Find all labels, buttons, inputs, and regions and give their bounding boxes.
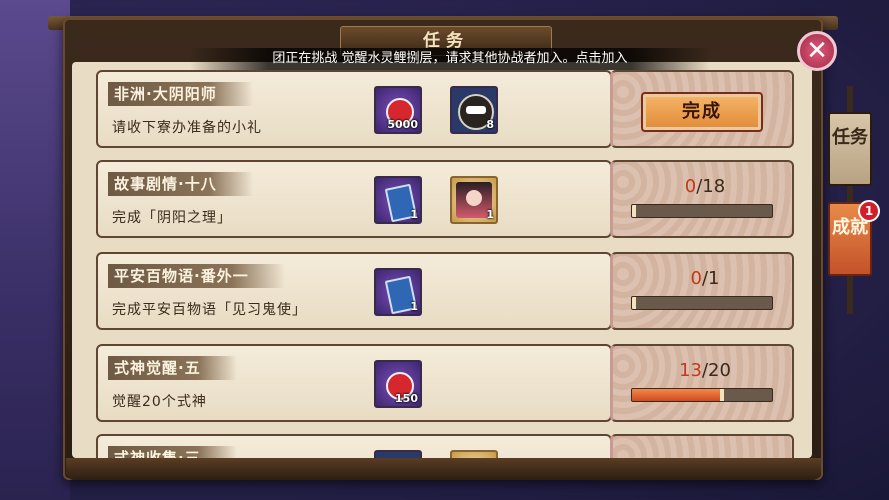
progress-total: /1 [701,268,720,289]
task-status-panel [610,434,794,458]
reward-amount: 150 [395,392,418,405]
reward-item[interactable]: 5000 [374,86,422,134]
task-description: 完成「阴阳之理」 [112,210,232,226]
progress-cap [632,297,636,309]
background-left [0,0,70,500]
task-description: 请收下寮办准备的小礼 [112,120,262,136]
close-button[interactable]: ✕ [797,31,837,71]
task-status-panel: 完成 [610,70,794,148]
reward-item[interactable]: 1 [374,268,422,316]
reward-item[interactable] [450,450,498,458]
progress-total: /18 [696,176,726,197]
reward-item[interactable]: 1 [374,176,422,224]
task-title: 故事剧情·十八 [108,172,253,196]
progress-current: 0 [690,268,702,289]
reward-amount: 5000 [387,118,418,131]
task-status-panel: 0/18 [610,160,794,238]
reward-item[interactable]: 8 [450,86,498,134]
task-row: 故事剧情·十八 完成「阴阳之理」 1 1 0/18 [96,160,794,238]
reward-item[interactable]: 150 [374,360,422,408]
task-body: 非洲·大阴阳师 请收下寮办准备的小礼 5000 8 [96,70,612,148]
reward-item[interactable]: 1 [450,176,498,224]
task-body: 式神收集·三 [96,434,612,458]
progress-cap [632,205,636,217]
complete-button[interactable]: 完成 [641,92,763,132]
task-row: 非洲·大阴阳师 请收下寮办准备的小礼 5000 8 完成 [96,70,794,148]
task-title: 式神觉醒·五 [108,356,237,380]
progress-text: 0/18 [613,176,797,197]
task-status-panel: 0/1 [610,252,794,330]
reward-amount: 1 [486,208,494,221]
reward-amount: 1 [410,208,418,221]
progress-fill [632,389,723,401]
reward-item[interactable] [374,450,422,458]
progress-current: 13 [679,360,702,381]
task-title: 平安百物语·番外一 [108,264,285,288]
reward-amount: 1 [410,300,418,313]
progress-cap [720,389,724,401]
progress-bar [631,388,773,402]
progress-current: 0 [684,176,697,197]
task-list[interactable]: 非洲·大阴阳师 请收下寮办准备的小礼 5000 8 完成 故事剧情·十八 完成「… [72,62,812,458]
progress-total: /20 [701,360,731,381]
task-title: 非洲·大阴阳师 [108,82,253,106]
task-body: 式神觉醒·五 觉醒20个式神 150 [96,344,612,422]
progress-bar [631,204,773,218]
task-description: 完成平安百物语「见习鬼使」 [112,302,307,318]
task-row: 平安百物语·番外一 完成平安百物语「见习鬼使」 1 0/1 [96,252,794,330]
tab-tasks[interactable]: 任务 [828,112,872,186]
progress-bar [631,296,773,310]
task-row: 式神收集·三 [96,434,794,458]
task-row: 式神觉醒·五 觉醒20个式神 150 13/20 [96,344,794,422]
reward-amount: 8 [486,118,494,131]
task-description: 觉醒20个式神 [112,394,207,410]
frame-bottom [66,458,821,480]
progress-text: 13/20 [613,360,797,381]
broadcast-banner[interactable]: 团正在挑战 觉醒水灵鲤捌层，请求其他协战者加入。点击加入 [190,48,710,70]
notification-badge: 1 [858,200,880,222]
progress-text: 0/1 [613,268,797,289]
task-body: 平安百物语·番外一 完成平安百物语「见习鬼使」 1 [96,252,612,330]
task-body: 故事剧情·十八 完成「阴阳之理」 1 1 [96,160,612,238]
task-title: 式神收集·三 [108,446,237,458]
task-status-panel: 13/20 [610,344,794,422]
